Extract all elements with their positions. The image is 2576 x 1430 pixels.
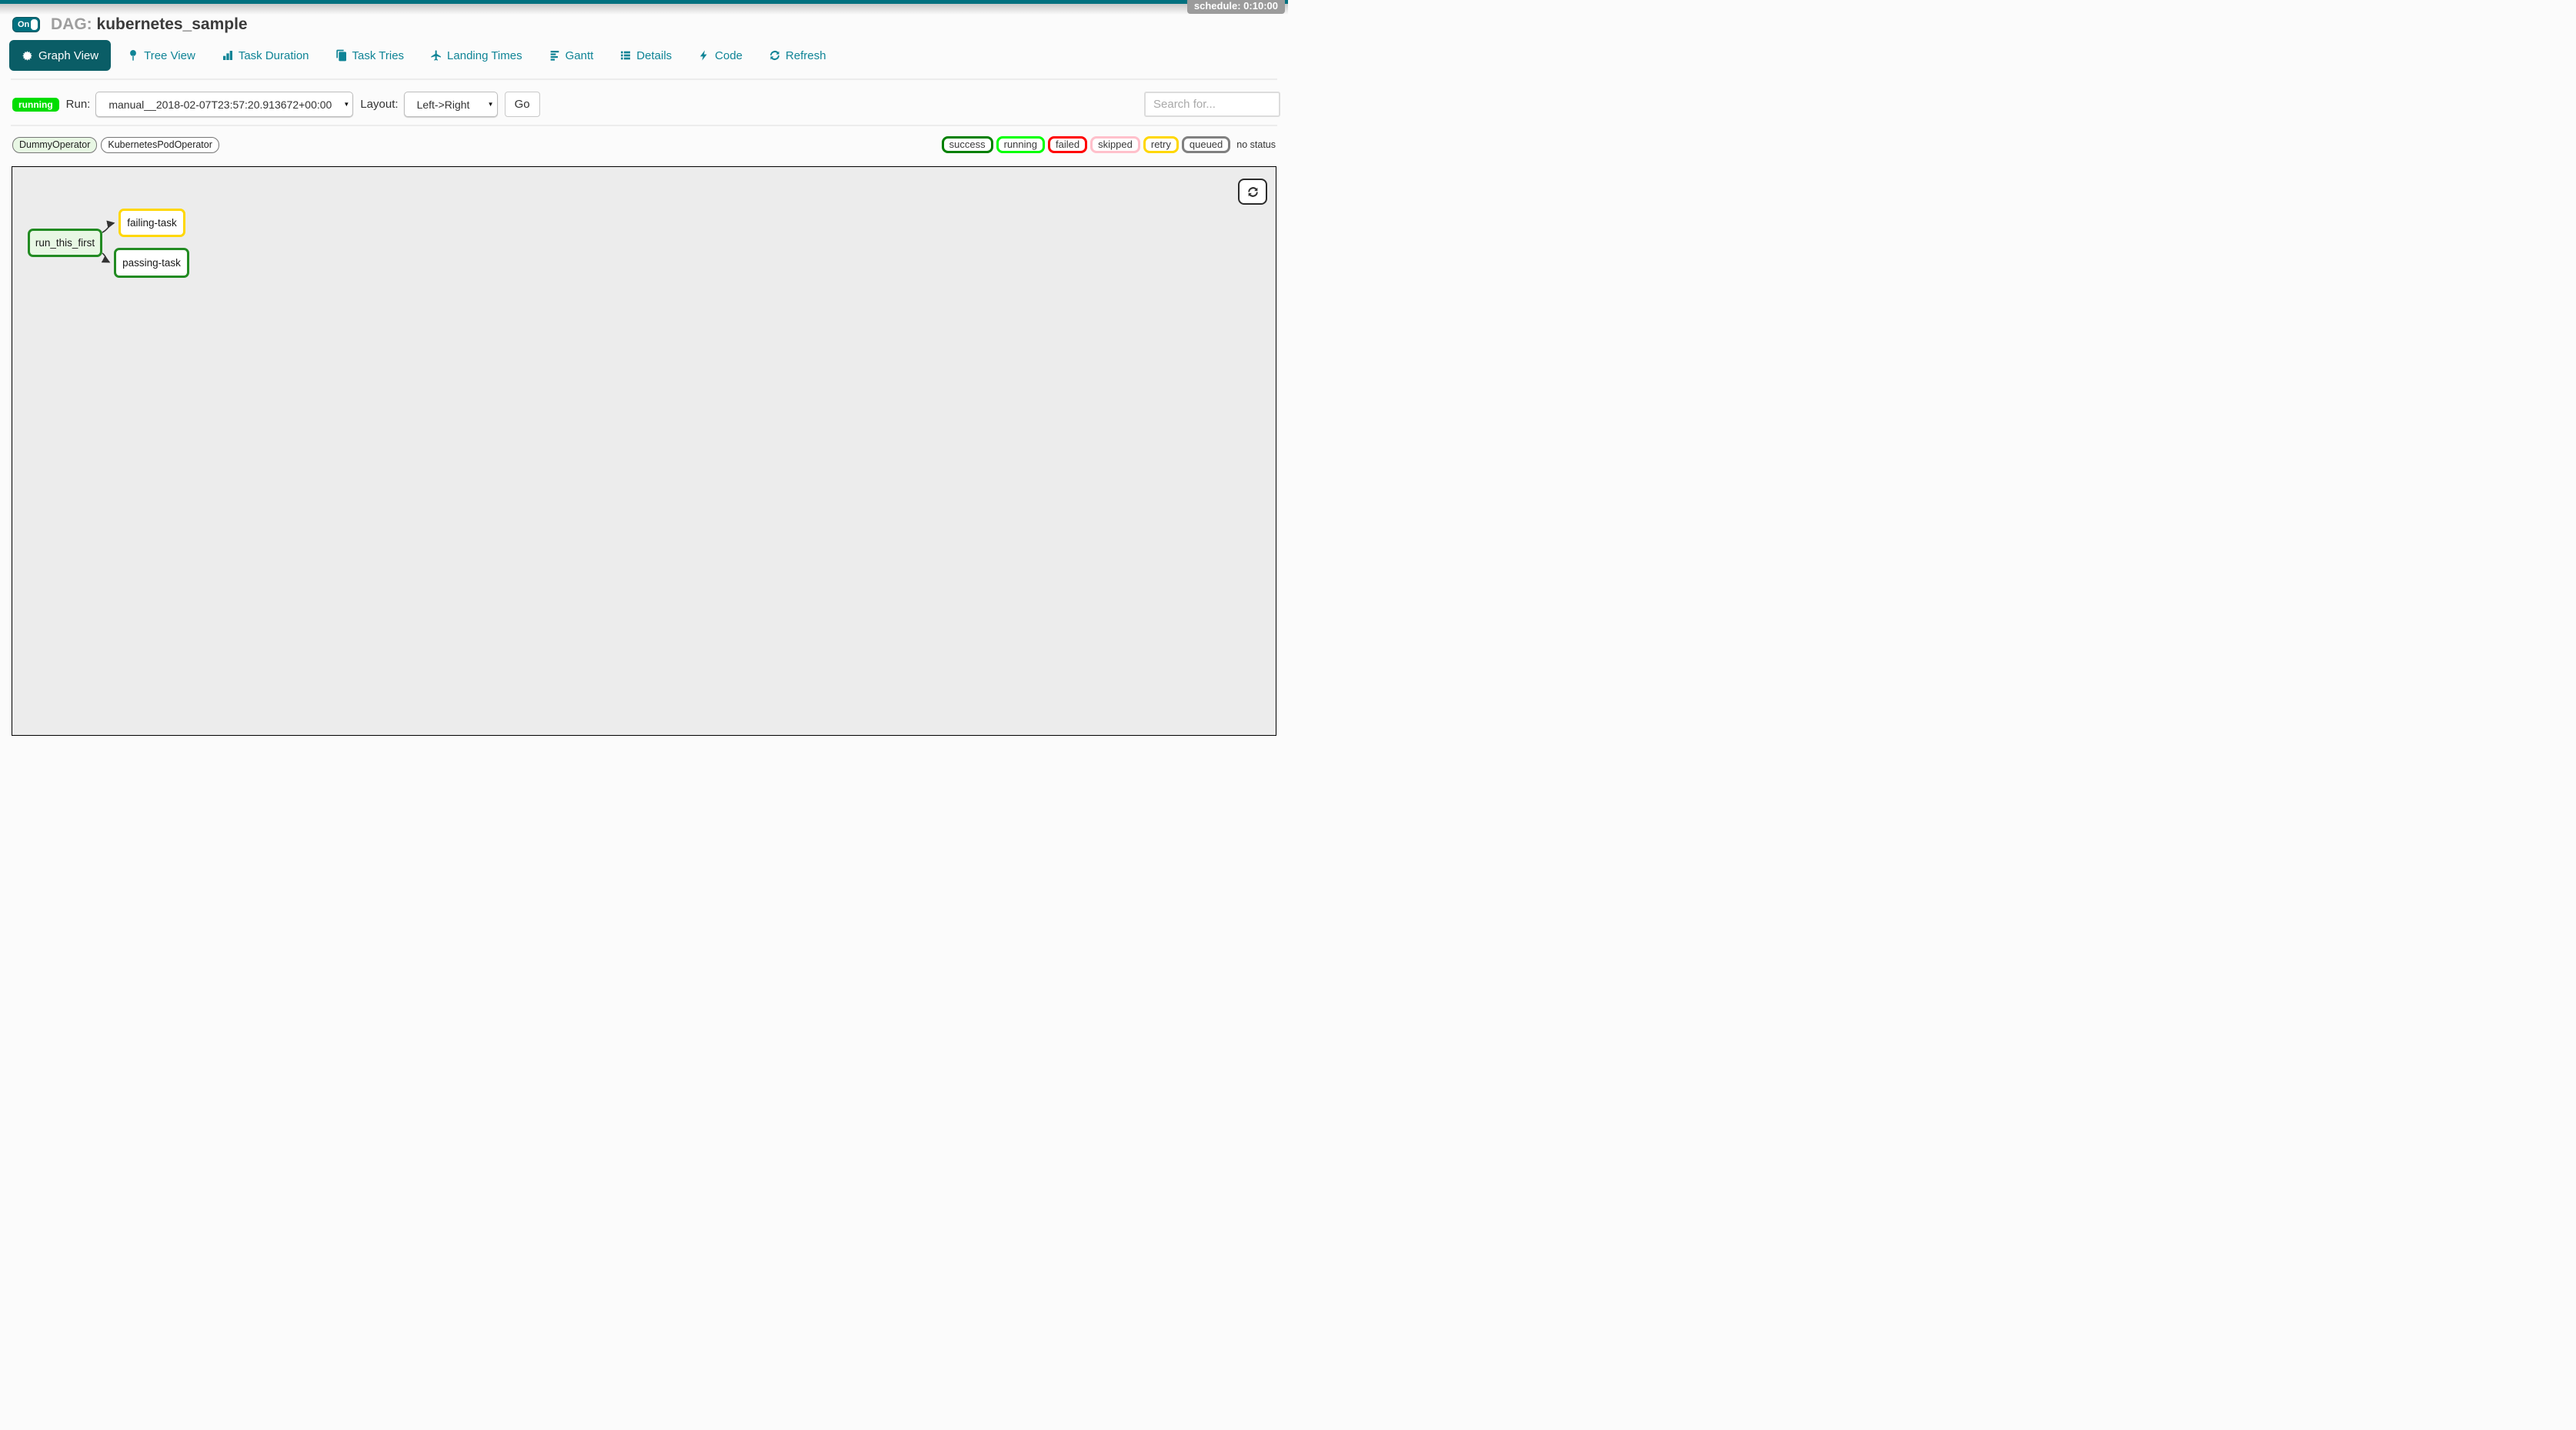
tab-graph-view-label: Graph View	[38, 49, 98, 62]
tab-code[interactable]: Code	[698, 49, 742, 62]
tab-tree-view-label: Tree View	[144, 49, 195, 62]
header-section: On DAG: kubernetes_sample schedule: 0:10…	[0, 4, 1288, 71]
state-badge-no-status: no status	[1236, 139, 1279, 150]
graph-canvas[interactable]: run_this_first failing-task passing-task	[12, 166, 1276, 736]
tab-landing-times[interactable]: Landing Times	[430, 49, 522, 62]
run-label: Run:	[66, 98, 91, 111]
chevron-down-icon: ▼	[341, 93, 352, 115]
tab-refresh[interactable]: Refresh	[769, 49, 826, 62]
tab-task-duration-label: Task Duration	[239, 49, 309, 62]
state-badge-running: running	[996, 136, 1045, 153]
operator-legend-dummyoperator: DummyOperator	[12, 137, 97, 153]
tab-refresh-label: Refresh	[786, 49, 826, 62]
layout-label: Layout:	[360, 98, 398, 111]
run-select-value: manual__2018-02-07T23:57:20.913672+00:00	[96, 99, 332, 111]
task-node-run-this-first[interactable]: run_this_first	[28, 229, 102, 257]
tab-code-label: Code	[715, 49, 742, 62]
plane-icon	[430, 49, 442, 62]
tab-gantt[interactable]: Gantt	[549, 49, 594, 62]
bolt-icon	[698, 49, 710, 62]
operator-legend-kubernetespodoperator: KubernetesPodOperator	[101, 137, 219, 153]
state-badge-failed: failed	[1048, 136, 1087, 153]
task-node-label: failing-task	[127, 217, 177, 229]
state-badge-retry: retry	[1143, 136, 1179, 153]
task-node-failing-task[interactable]: failing-task	[118, 209, 185, 237]
task-node-passing-task[interactable]: passing-task	[114, 248, 189, 278]
tab-details-label: Details	[636, 49, 672, 62]
state-badge-success: success	[942, 136, 993, 153]
tab-graph-view[interactable]: Graph View	[9, 40, 111, 71]
divider-top	[11, 79, 1277, 80]
tab-task-duration[interactable]: Task Duration	[222, 49, 309, 62]
legend-row: DummyOperator KubernetesPodOperator succ…	[0, 136, 1288, 153]
task-node-label: passing-task	[122, 257, 181, 269]
chevron-down-icon: ▼	[486, 93, 496, 115]
task-node-label: run_this_first	[35, 237, 95, 249]
run-controls: running Run: manual__2018-02-07T23:57:20…	[0, 92, 1288, 117]
tree-icon	[127, 49, 139, 62]
layout-select-value: Left->Right	[405, 99, 470, 111]
toggle-label: On	[18, 20, 29, 29]
dag-title-prefix: DAG:	[51, 15, 92, 33]
copy-icon	[335, 49, 348, 62]
dag-on-off-toggle[interactable]: On	[12, 17, 40, 32]
dag-name: kubernetes_sample	[97, 15, 248, 33]
divider-middle	[11, 125, 1277, 126]
schedule-badge: schedule: 0:10:00	[1187, 0, 1285, 14]
run-state-badge: running	[12, 98, 59, 112]
layout-select[interactable]: Left->Right ▼	[404, 92, 498, 117]
state-badge-queued: queued	[1182, 136, 1230, 153]
graph-refresh-button[interactable]	[1238, 179, 1267, 205]
go-button[interactable]: Go	[505, 92, 540, 117]
tab-tree-view[interactable]: Tree View	[127, 49, 195, 62]
refresh-icon	[1246, 185, 1260, 199]
state-badge-skipped: skipped	[1090, 136, 1140, 153]
list-icon	[619, 49, 632, 62]
run-select[interactable]: manual__2018-02-07T23:57:20.913672+00:00…	[95, 92, 353, 117]
tab-details[interactable]: Details	[619, 49, 672, 62]
page-title: DAG: kubernetes_sample	[51, 15, 248, 34]
view-tabs: Graph View Tree View Task Duration Task …	[0, 38, 1288, 71]
tab-task-tries-label: Task Tries	[352, 49, 405, 62]
toggle-knob	[31, 19, 38, 30]
operator-legend: DummyOperator KubernetesPodOperator	[12, 137, 219, 153]
tab-gantt-label: Gantt	[566, 49, 594, 62]
state-legend: success running failed skipped retry que…	[942, 136, 1279, 153]
tab-task-tries[interactable]: Task Tries	[335, 49, 405, 62]
tab-landing-times-label: Landing Times	[447, 49, 522, 62]
sunburst-icon	[22, 50, 33, 62]
search-input[interactable]	[1144, 92, 1280, 117]
dag-edges	[12, 167, 1277, 737]
align-left-icon	[549, 49, 561, 62]
bar-chart-icon	[222, 49, 234, 62]
refresh-icon	[769, 49, 781, 62]
